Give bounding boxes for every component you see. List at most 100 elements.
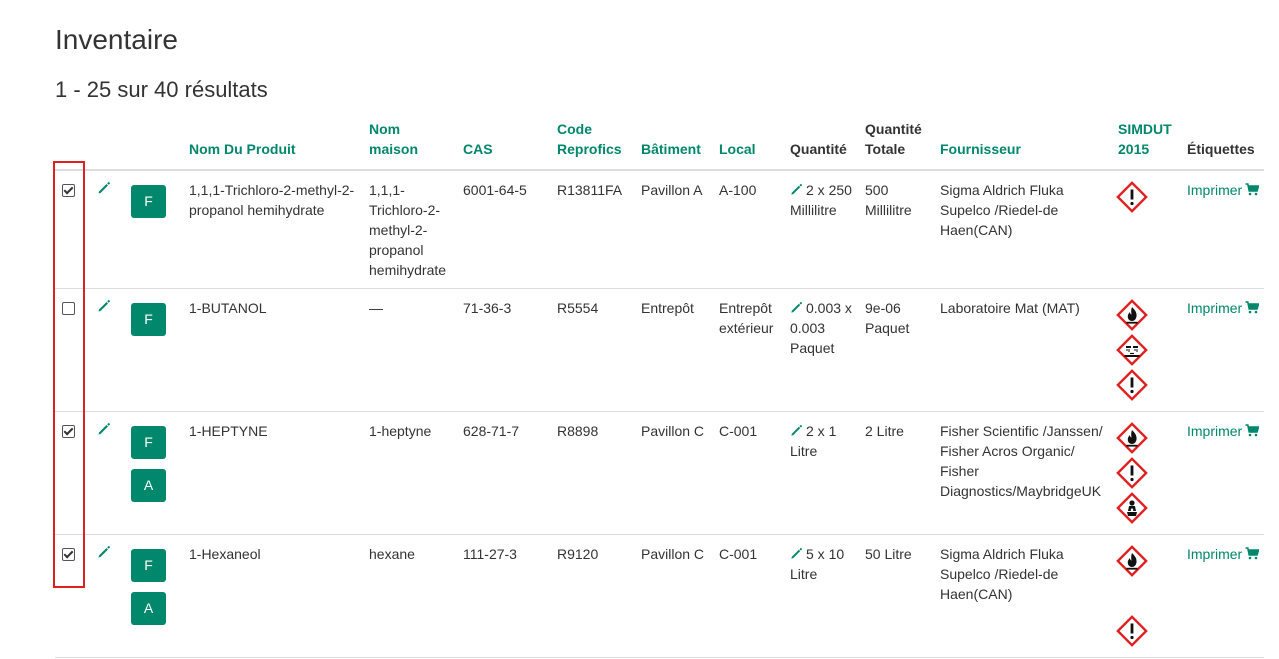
cart-icon: [1245, 301, 1259, 314]
header-select: [55, 117, 91, 171]
hazard-cell: [1112, 288, 1181, 412]
print-label-link[interactable]: Imprimer: [1187, 546, 1259, 562]
product-name: 1,1,1-Trichloro-2-methyl-2-propanol hemi…: [183, 170, 363, 289]
health-hazard-icon: [1114, 490, 1150, 526]
supplier: Sigma Aldrich Fluka Supelco /Riedel-de H…: [934, 534, 1112, 658]
tag-button[interactable]: F: [131, 303, 166, 336]
code-reprofics: R13811FA: [551, 170, 635, 289]
print-label-link[interactable]: Imprimer: [1187, 300, 1259, 316]
building: Pavillon C: [635, 534, 713, 658]
tag-button[interactable]: A: [131, 469, 166, 502]
pencil-icon[interactable]: [790, 301, 803, 314]
results-summary: 1 - 25 sur 40 résultats: [55, 77, 268, 102]
row-checkbox[interactable]: [62, 184, 75, 197]
supplier: Laboratoire Mat (MAT): [934, 288, 1112, 412]
pencil-icon[interactable]: [97, 181, 111, 195]
hazard-cell: [1112, 170, 1181, 289]
tag-button[interactable]: F: [131, 426, 166, 459]
header-tags: [127, 117, 183, 171]
supplier: Fisher Scientific /Janssen/ Fisher Acros…: [934, 411, 1112, 535]
table-row: F 1-BUTANOL — 71-36-3 R5554 Entrepôt Ent…: [55, 288, 1264, 412]
product-name: 1-BUTANOL: [183, 288, 363, 412]
house-name: 1-heptyne: [363, 411, 457, 535]
select-cell: [55, 170, 91, 289]
header-quantity: Quantité: [784, 117, 859, 171]
edit-cell: [91, 534, 127, 658]
tags-cell: F: [127, 288, 183, 412]
corrosion-hazard-icon: [1114, 332, 1150, 368]
building: Entrepôt: [635, 288, 713, 412]
tag-button[interactable]: F: [131, 185, 166, 218]
header-supplier[interactable]: Fournisseur: [934, 117, 1112, 171]
print-label-link[interactable]: Imprimer: [1187, 182, 1259, 198]
select-cell: [55, 411, 91, 535]
pencil-icon[interactable]: [97, 545, 111, 559]
select-cell: [55, 288, 91, 412]
exclamation-mark-hazard-icon: [1114, 455, 1150, 491]
quantity-cell: 2 x 250 Millilitre: [784, 170, 859, 289]
header-building[interactable]: Bâtiment: [635, 117, 713, 171]
table-row: F 1,1,1-Trichloro-2-methyl-2-propanol he…: [55, 170, 1264, 289]
cart-icon: [1245, 547, 1259, 560]
select-cell: [55, 534, 91, 658]
row-checkbox[interactable]: [62, 425, 75, 438]
labels-cell: Imprimer: [1181, 170, 1264, 289]
table-header-row: Nom Du Produit Nom maison CAS Code Repro…: [55, 117, 1264, 171]
edit-cell: [91, 288, 127, 412]
row-checkbox[interactable]: [62, 548, 75, 561]
room: A-100: [713, 170, 784, 289]
room: C-001: [713, 411, 784, 535]
table-row: F A 1-Hexaneol hexane 111-27-3 R9120 Pav…: [55, 534, 1264, 658]
tags-cell: F A: [127, 534, 183, 658]
header-total-quantity: Quantité Totale: [859, 117, 934, 171]
header-house-name[interactable]: Nom maison: [363, 117, 457, 171]
building: Pavillon C: [635, 411, 713, 535]
house-name: 1,1,1-Trichloro-2-methyl-2-propanol hemi…: [363, 170, 457, 289]
row-checkbox[interactable]: [62, 302, 75, 315]
code-reprofics: R8898: [551, 411, 635, 535]
product-name: 1-HEPTYNE: [183, 411, 363, 535]
inventory-table: Nom Du Produit Nom maison CAS Code Repro…: [55, 117, 1264, 658]
tags-cell: F A: [127, 411, 183, 535]
code-reprofics: R9120: [551, 534, 635, 658]
print-label-link[interactable]: Imprimer: [1187, 423, 1259, 439]
inventory-page: Inventaire 1 - 25 sur 40 résultats Nom D…: [0, 0, 1279, 659]
edit-cell: [91, 411, 127, 535]
header-code-reprofics[interactable]: Code Reprofics: [551, 117, 635, 171]
total-quantity: 50 Litre: [859, 534, 934, 658]
print-label-text: Imprimer: [1187, 423, 1243, 439]
tags-cell: F: [127, 170, 183, 289]
quantity-cell: 0.003 x 0.003 Paquet: [784, 288, 859, 412]
exclamation-mark-hazard-icon: [1114, 367, 1150, 403]
header-cas[interactable]: CAS: [457, 117, 551, 171]
exclamation-mark-hazard-icon: [1114, 613, 1150, 649]
product-name: 1-Hexaneol: [183, 534, 363, 658]
cas-number: 628-71-7: [457, 411, 551, 535]
flame-hazard-icon: [1114, 420, 1150, 456]
total-quantity: 500 Millilitre: [859, 170, 934, 289]
hazard-cell: [1112, 534, 1181, 658]
building: Pavillon A: [635, 170, 713, 289]
hazard-cell: [1112, 411, 1181, 535]
cart-icon: [1245, 183, 1259, 196]
tag-button[interactable]: F: [131, 549, 166, 582]
header-room[interactable]: Local: [713, 117, 784, 171]
room: Entrepôt extérieur: [713, 288, 784, 412]
pencil-icon[interactable]: [97, 299, 111, 313]
cart-icon: [1245, 424, 1259, 437]
labels-cell: Imprimer: [1181, 411, 1264, 535]
pencil-icon[interactable]: [790, 183, 803, 196]
pencil-icon[interactable]: [97, 422, 111, 436]
labels-cell: Imprimer: [1181, 534, 1264, 658]
page-title: Inventaire: [55, 24, 178, 55]
header-product-name[interactable]: Nom Du Produit: [183, 117, 363, 171]
header-edit: [91, 117, 127, 171]
pencil-icon[interactable]: [790, 424, 803, 437]
pencil-icon[interactable]: [790, 547, 803, 560]
cas-number: 71-36-3: [457, 288, 551, 412]
house-name: hexane: [363, 534, 457, 658]
tag-button[interactable]: A: [131, 592, 166, 625]
total-quantity: 2 Litre: [859, 411, 934, 535]
cas-number: 6001-64-5: [457, 170, 551, 289]
header-simdut[interactable]: SIMDUT 2015: [1112, 117, 1181, 171]
